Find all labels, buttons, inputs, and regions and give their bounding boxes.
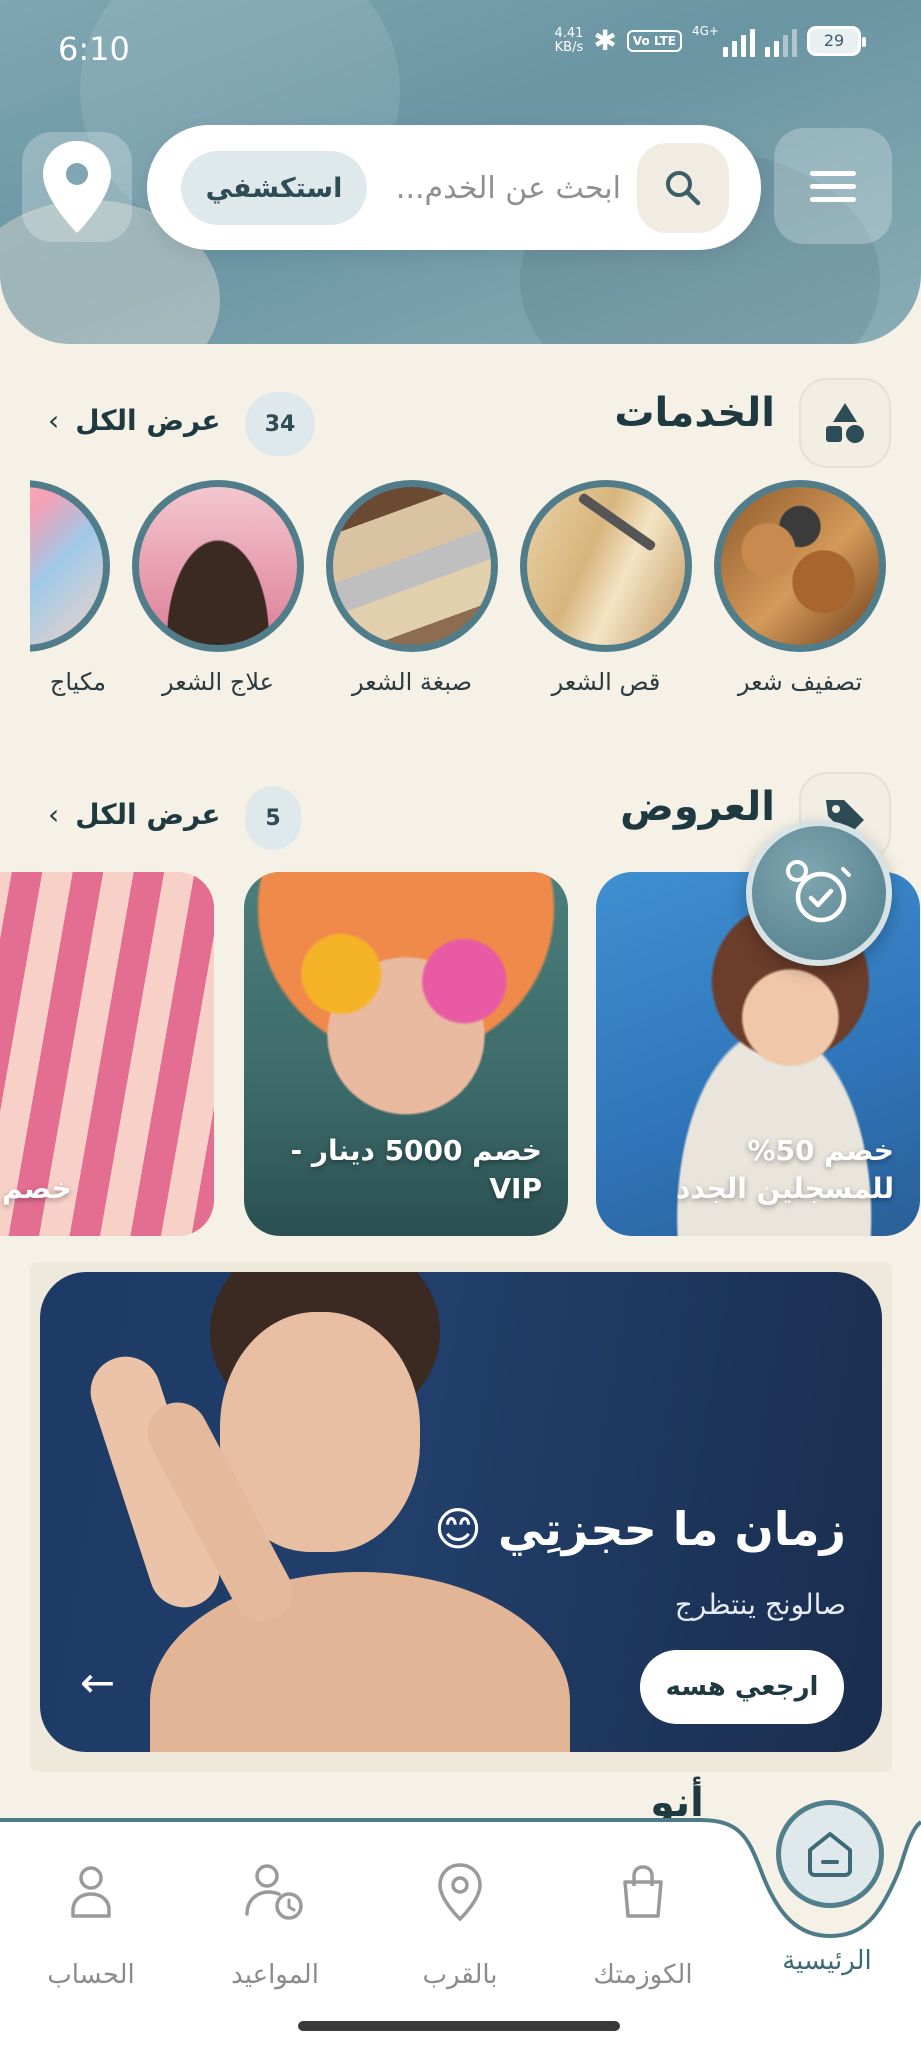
shopping-bag-icon	[623, 1865, 663, 1918]
network-type: 4G+	[692, 24, 719, 38]
nav-item-cosmetics[interactable]: الكوزمتك	[568, 1852, 718, 1990]
location-button[interactable]	[22, 132, 132, 242]
services-count-badge: 34	[245, 392, 315, 456]
promo-banner-wrapper: زمان ما حجزتِي 😊 صالونج ينتظرج ارجعي هسه…	[30, 1262, 892, 1772]
offer-title: خصم 50% للمسجلين الجدد	[675, 1134, 894, 1205]
offer-title: خصم 5000 دينار - VIP	[290, 1134, 542, 1205]
search-input[interactable]	[381, 163, 621, 213]
service-image	[714, 480, 886, 652]
user-clock-icon	[245, 1864, 303, 1920]
home-icon	[808, 1832, 852, 1877]
banner-subtitle: صالونج ينتظرج	[674, 1588, 846, 1621]
service-label: قص الشعر	[551, 668, 661, 696]
service-image	[30, 480, 110, 652]
booking-timer-button[interactable]	[746, 820, 892, 966]
services-category-icon	[799, 378, 891, 468]
service-item[interactable]: علاج الشعر	[132, 480, 304, 696]
status-time: 6:10	[58, 30, 130, 68]
location-pin-icon	[43, 141, 111, 233]
offer-card[interactable]: خصم 5000 دينار - VIP	[244, 872, 568, 1236]
service-label: علاج الشعر	[162, 668, 274, 696]
nav-item-nearby[interactable]: بالقرب	[385, 1852, 535, 1990]
promo-banner[interactable]: زمان ما حجزتِي 😊 صالونج ينتظرج ارجعي هسه…	[40, 1272, 882, 1752]
bottom-nav: الرئيسية الكوزمتك بالقرب المواعيد الحساب	[0, 1800, 921, 2048]
offers-view-all[interactable]: ‹ عرض الكل	[48, 798, 221, 831]
service-image	[326, 480, 498, 652]
menu-button[interactable]	[774, 128, 892, 244]
banner-title: زمان ما حجزتِي 😊	[434, 1502, 846, 1556]
nav-item-appointments[interactable]: المواعيد	[200, 1852, 350, 1990]
services-carousel[interactable]: تصفيف شعر قص الشعر صبغة الشعر علاج الشعر…	[30, 478, 921, 718]
signal-icon	[723, 25, 755, 57]
services-header: الخدمات 34 ‹ عرض الكل	[0, 378, 921, 468]
header: 6:10 4.41 KB/s ✱ Vo LTE 4G+ 29 استكشفي	[0, 0, 921, 344]
offers-count-badge: 5	[245, 786, 301, 850]
service-image	[520, 480, 692, 652]
service-item[interactable]: قص الشعر	[520, 480, 692, 696]
service-item[interactable]: مكياج	[30, 480, 110, 696]
service-item[interactable]: صبغة الشعر	[326, 480, 498, 696]
offer-card[interactable]: خصم	[0, 872, 214, 1236]
network-speed: 4.41 KB/s	[554, 25, 584, 55]
services-title: الخدمات	[614, 390, 775, 436]
nav-item-account[interactable]: الحساب	[16, 1852, 166, 1990]
search-icon	[666, 171, 701, 206]
menu-icon	[810, 170, 856, 176]
explore-button[interactable]: استكشفي	[181, 151, 367, 225]
status-icons: 4.41 KB/s ✱ Vo LTE 4G+ 29	[554, 24, 866, 57]
bluetooth-icon: ✱	[593, 24, 617, 57]
volte-icon: Vo LTE	[626, 29, 682, 52]
chevron-left-icon: ‹	[48, 798, 60, 831]
nav-item-home[interactable]: الرئيسية	[752, 1936, 902, 1976]
service-image	[132, 480, 304, 652]
battery-icon: 29	[807, 25, 866, 56]
user-icon	[71, 1866, 111, 1918]
home-button[interactable]	[776, 1800, 884, 1908]
offer-title: خصم	[2, 1172, 72, 1205]
search-bar[interactable]: استكشفي	[147, 125, 761, 250]
banner-cta-button[interactable]: ارجعي هسه	[640, 1650, 844, 1724]
signal-icon-2	[765, 25, 797, 57]
location-pin-icon	[438, 1863, 482, 1922]
arrow-left-icon[interactable]: ←	[80, 1658, 115, 1707]
offers-title: العروض	[620, 784, 775, 830]
alarm-check-icon	[786, 860, 851, 923]
services-view-all[interactable]: ‹ عرض الكل	[48, 404, 221, 437]
service-item[interactable]: تصفيف شعر	[714, 480, 886, 696]
chevron-left-icon: ‹	[48, 404, 60, 437]
service-label: تصفيف شعر	[737, 668, 863, 696]
service-label: مكياج	[49, 668, 106, 696]
search-button[interactable]	[637, 143, 729, 233]
system-home-indicator[interactable]	[298, 2021, 620, 2031]
service-label: صبغة الشعر	[352, 668, 472, 696]
